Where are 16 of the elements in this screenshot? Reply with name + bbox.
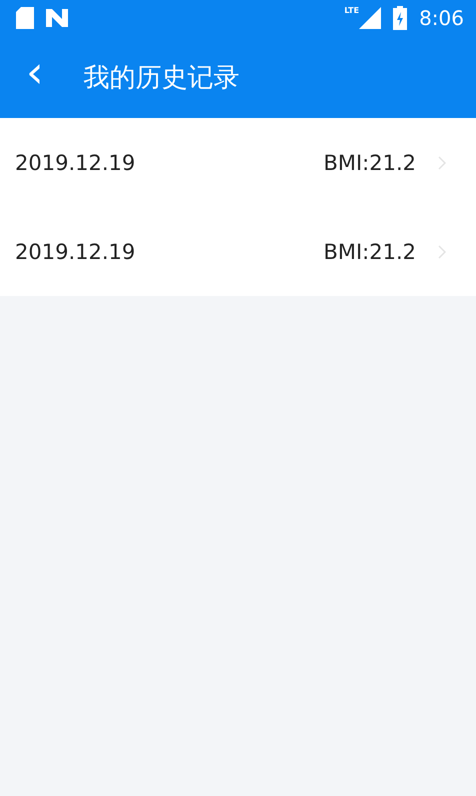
network-type: LTE [344, 6, 360, 15]
status-time: 8:06 [419, 6, 464, 30]
record-row[interactable]: 2019.12.19 BMI:21.2 [0, 118, 476, 207]
bmi-value: BMI:21.2 [323, 240, 416, 264]
sd-card-icon [16, 7, 34, 29]
signal-icon [359, 7, 382, 29]
chevron-icon [438, 156, 446, 170]
page-title: 我的历史记录 [84, 62, 240, 94]
record-row[interactable]: 2019.12.19 BMI:21.2 [0, 207, 476, 296]
notification-icon [46, 9, 68, 27]
record-date: 2019.12.19 [15, 150, 136, 174]
record-date: 2019.12.19 [15, 240, 136, 264]
chevron-icon [438, 244, 446, 258]
back-button[interactable]: ‹ [22, 51, 48, 103]
battery-icon [393, 6, 408, 30]
bmi-value: BMI:21.2 [323, 150, 416, 174]
